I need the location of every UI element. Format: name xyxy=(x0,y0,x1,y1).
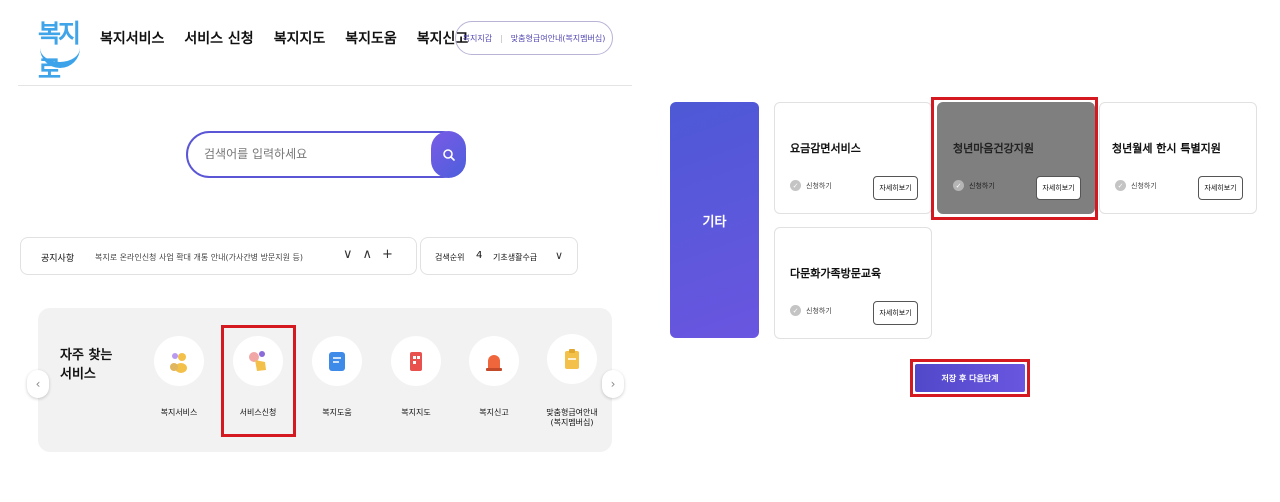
search-box xyxy=(186,131,466,178)
fav-item-welfare-map[interactable]: 복지지도 xyxy=(381,336,451,418)
clipboard-icon xyxy=(565,349,579,369)
plus-icon[interactable]: + xyxy=(382,247,393,262)
check-icon: ✓ xyxy=(790,180,801,191)
site-header: 복지로 복지서비스 서비스 신청 복지지도 복지도움 복지신고 복지지갑 | 맞… xyxy=(18,0,632,86)
detail-button[interactable]: 자세히보기 xyxy=(873,301,918,325)
chevron-up-icon[interactable]: ∧ xyxy=(363,247,373,262)
chevron-down-icon[interactable]: ∨ xyxy=(555,249,563,262)
apply-checkbox[interactable]: ✓ 신청하기 xyxy=(790,305,832,316)
document-icon xyxy=(329,352,345,371)
fav-item-welfare-report[interactable]: 복지신고 xyxy=(459,336,529,418)
people-icon xyxy=(170,353,187,373)
building-icon xyxy=(410,352,422,371)
util-separator: | xyxy=(500,33,503,43)
fav-item-welfare-help[interactable]: 복지도움 xyxy=(302,336,372,418)
util-link-wallet[interactable]: 복지지갑 xyxy=(463,33,492,44)
chevron-down-icon[interactable]: ∨ xyxy=(343,247,353,262)
apply-checkbox[interactable]: ✓ 신청하기 xyxy=(790,180,832,191)
search-icon xyxy=(442,148,455,161)
fav-label: 복지서비스 xyxy=(160,408,198,417)
fav-label: 맞춤형급여안내 (복지멤버십) xyxy=(546,408,598,427)
check-icon: ✓ xyxy=(790,305,801,316)
util-link-membership[interactable]: 맞춤형급여안내(복지멤버십) xyxy=(511,33,606,44)
apply-label: 신청하기 xyxy=(806,181,832,190)
service-card-multicultural[interactable]: 다문화가족방문교육 ✓ 신청하기 자세히보기 xyxy=(774,227,932,339)
detail-button[interactable]: 자세히보기 xyxy=(1198,176,1243,200)
notice-text[interactable]: 복지로 온라인신청 사업 확대 개통 안내(가사간병 방문지원 등) xyxy=(95,252,303,263)
card-title: 다문화가족방문교육 xyxy=(790,267,882,280)
rank-number: 4 xyxy=(476,250,483,261)
nav-service-apply[interactable]: 서비스 신청 xyxy=(184,28,253,48)
highlight-box xyxy=(221,325,296,437)
highlight-box xyxy=(931,97,1098,220)
fav-label: 복지지도 xyxy=(401,408,431,417)
notice-controls: ∨ ∧ + xyxy=(343,247,393,262)
card-title: 청년월세 한시 특별지원 xyxy=(1112,142,1221,155)
apply-label: 신청하기 xyxy=(806,306,832,315)
highlight-box xyxy=(910,359,1030,397)
fav-icon-circle xyxy=(312,336,362,386)
siren-icon xyxy=(486,355,502,371)
carousel-prev-button[interactable]: ‹ xyxy=(27,370,49,398)
apply-label: 신청하기 xyxy=(1131,181,1157,190)
fav-icon-circle xyxy=(469,336,519,386)
favorites-title: 자주 찾는 서비스 xyxy=(60,348,113,382)
nav-welfare-map[interactable]: 복지지도 xyxy=(274,28,326,48)
fav-label: 복지신고 xyxy=(479,408,509,417)
rank-label: 검색순위 xyxy=(435,253,465,262)
nav-welfare-service[interactable]: 복지서비스 xyxy=(100,28,164,48)
category-tile[interactable]: 기타 xyxy=(670,102,759,338)
search-input[interactable] xyxy=(204,147,404,161)
utility-links: 복지지갑 | 맞춤형급여안내(복지멤버십) xyxy=(455,21,613,55)
site-logo[interactable]: 복지로 xyxy=(36,14,84,84)
check-icon: ✓ xyxy=(1115,180,1126,191)
fav-item-welfare-service[interactable]: 복지서비스 xyxy=(144,336,214,418)
fav-icon-circle xyxy=(391,336,441,386)
search-rank-bar: 검색순위 4 기초생활수급 ∨ xyxy=(420,237,578,275)
rank-keyword[interactable]: 기초생활수급 xyxy=(493,252,537,263)
fav-item-membership[interactable]: 맞춤형급여안내 (복지멤버십) xyxy=(537,334,607,428)
service-card-fee-reduction[interactable]: 요금감면서비스 ✓ 신청하기 자세히보기 xyxy=(774,102,932,214)
service-card-youth-rent[interactable]: 청년월세 한시 특별지원 ✓ 신청하기 자세히보기 xyxy=(1099,102,1257,214)
card-title: 요금감면서비스 xyxy=(790,142,861,155)
notice-bar: 공지사항 복지로 온라인신청 사업 확대 개통 안내(가사간병 방문지원 등) … xyxy=(20,237,417,275)
fav-label: 복지도움 xyxy=(322,408,352,417)
detail-button[interactable]: 자세히보기 xyxy=(873,176,918,200)
search-button[interactable] xyxy=(431,131,466,178)
main-navigation: 복지서비스 서비스 신청 복지지도 복지도움 복지신고 xyxy=(100,28,468,48)
nav-welfare-help[interactable]: 복지도움 xyxy=(345,28,397,48)
category-label: 기타 xyxy=(702,214,727,230)
apply-checkbox[interactable]: ✓ 신청하기 xyxy=(1115,180,1157,191)
chevron-right-icon: › xyxy=(610,377,616,391)
fav-icon-circle xyxy=(154,336,204,386)
fav-icon-circle xyxy=(547,334,597,384)
chevron-left-icon: ‹ xyxy=(35,377,41,391)
notice-label: 공지사항 xyxy=(41,254,75,264)
